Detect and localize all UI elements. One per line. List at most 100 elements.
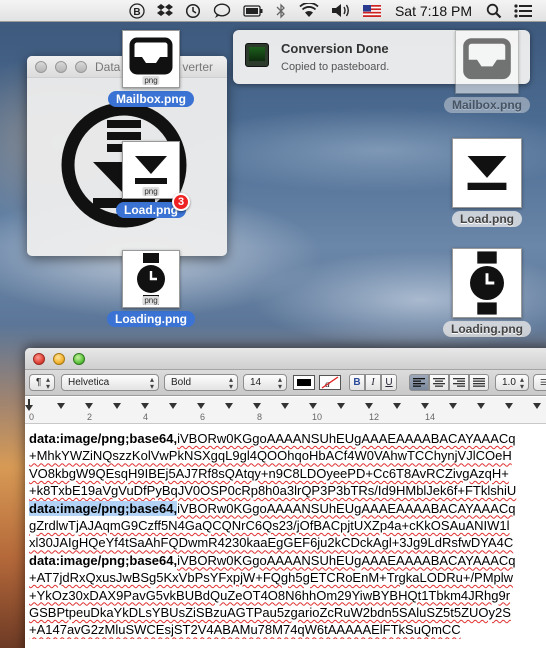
dropbox-icon[interactable] <box>151 0 179 22</box>
tab-stop[interactable] <box>85 403 93 409</box>
file-label: Load.png <box>452 211 522 227</box>
left-indent-marker[interactable] <box>25 405 33 411</box>
file-extension: png <box>142 296 160 305</box>
loading-watch-icon <box>452 248 522 318</box>
ruler-number: 4 <box>143 412 149 422</box>
desktop-file-load[interactable]: Load.png <box>437 138 537 228</box>
wifi-icon[interactable] <box>293 0 325 22</box>
textedit-window[interactable]: ¶▴▾ Helvetica▴▾ Bold▴▾ 14▴▾ a B I U <box>25 348 546 648</box>
line-spacing-popup[interactable]: 1.0 ▴ ▾ <box>495 374 529 391</box>
text-line: VO8kbgW9QEsqH9IBEj5AJ7Rf8sQAtqy+n9C8LDOy… <box>29 465 546 482</box>
format-toolbar: ¶▴▾ Helvetica▴▾ Bold▴▾ 14▴▾ a B I U <box>25 370 546 396</box>
ruler-number: 6 <box>200 412 206 422</box>
tab-stop[interactable] <box>533 403 541 409</box>
ruler[interactable]: 0 2 4 6 8 10 12 14 <box>25 397 546 424</box>
align-right-button[interactable] <box>449 374 469 391</box>
text-line: GSBPtpeuDkaYkDLsYBUsZiSBzuAGTPau5zgarioZ… <box>29 604 546 621</box>
data-uri-prefix: data:image/png;base64, <box>29 552 178 568</box>
underline-button[interactable]: U <box>381 374 397 391</box>
tab-stop[interactable] <box>449 403 457 409</box>
text-color-well[interactable] <box>293 375 315 390</box>
desktop-file-loading[interactable]: Loading.png <box>437 248 537 338</box>
text-line: +MhkYWZiNQszzKolVwPkNSXgqL9gl4QOOhqoHbAC… <box>29 447 546 464</box>
font-size-combo[interactable]: 14 ▴ ▾ <box>243 374 287 391</box>
tab-stop[interactable] <box>337 403 345 409</box>
desktop-file-mailbox[interactable]: Mailbox.png <box>437 30 537 114</box>
ruler-number: 14 <box>425 412 436 422</box>
base64-text: xl30JAIgHQeYf4tSaAhFQDwmR4230kaaEgGEF6ju… <box>29 535 514 551</box>
tab-stop[interactable] <box>421 403 429 409</box>
file-label: Loading.png <box>443 321 531 337</box>
tab-stop[interactable] <box>225 403 233 409</box>
close-button[interactable] <box>35 61 47 73</box>
bluetooth-icon[interactable] <box>269 0 293 22</box>
tab-stop[interactable] <box>169 403 177 409</box>
notification-title: Conversion Done <box>281 41 389 56</box>
ruler-number: 8 <box>257 412 263 422</box>
ruler-number: 12 <box>369 412 380 422</box>
bluetooth-b-icon[interactable]: B <box>123 0 151 22</box>
tab-stop[interactable] <box>57 403 65 409</box>
drag-count-badge: 3 <box>172 193 190 211</box>
tab-stop[interactable] <box>393 403 401 409</box>
tab-stop[interactable] <box>505 403 513 409</box>
font-style-popup[interactable]: Bold ▴ ▾ <box>164 374 238 391</box>
file-extension: png <box>142 187 160 196</box>
tab-stop[interactable] <box>365 403 373 409</box>
minimize-button[interactable] <box>53 353 65 365</box>
terminal-app-icon <box>245 43 269 67</box>
volume-icon[interactable] <box>325 0 357 22</box>
base64-text: +YkOz30xDAX9PavG5vkBUBdQuZeOT4O8N6hhOm29… <box>29 587 511 603</box>
text-line: +AT7jdRxQxusJwBSg5KxVbPsYFxpjW+FQgh5gETC… <box>29 569 546 586</box>
text-line: gZrdlwTjAJAqmG9Czff5N4GaQCQNrC6Qs23/jOfB… <box>29 517 546 534</box>
us-flag-icon[interactable] <box>357 0 387 22</box>
dragged-file-mailbox[interactable]: png Mailbox.png <box>101 30 201 108</box>
highlight-color-well[interactable]: a <box>319 375 341 390</box>
ruler-number: 2 <box>87 412 93 422</box>
battery-icon[interactable] <box>237 0 269 22</box>
document-text-area[interactable]: data:image/png;base64,iVBORw0KGgoAAAANSU… <box>29 430 546 639</box>
tab-stop[interactable] <box>197 403 205 409</box>
time-machine-icon[interactable] <box>179 0 207 22</box>
zoom-button[interactable] <box>75 61 87 73</box>
notification-center-icon[interactable] <box>508 0 538 22</box>
text-line: xl30JAIgHQeYf4tSaAhFQDwmR4230kaaEgGEF6ju… <box>29 534 546 551</box>
menu-clock[interactable]: Sat 7:18 PM <box>387 3 480 19</box>
load-icon: png <box>122 141 180 199</box>
text-line: data:image/png;base64,iVBORw0KGgoAAAANSU… <box>29 430 546 447</box>
text-line: data:image/png;base64,iVBORw0KGgoAAAANSU… <box>29 500 546 517</box>
spotlight-icon[interactable] <box>480 0 508 22</box>
textedit-titlebar[interactable] <box>25 348 546 370</box>
bold-button[interactable]: B <box>349 374 365 391</box>
tab-stop[interactable] <box>113 403 121 409</box>
messages-icon[interactable] <box>207 0 237 22</box>
base64-text: iVBORw0KGgoAAAANSUhEUgAAAEAAAABACAYAAACq <box>177 552 516 568</box>
align-center-button[interactable] <box>429 374 449 391</box>
list-style-popup[interactable]: ☰ <box>533 374 546 391</box>
tab-stop[interactable] <box>253 403 261 409</box>
zoom-button[interactable] <box>73 353 85 365</box>
dragged-file-load[interactable]: png Load.png 3 <box>101 141 201 219</box>
text-line: +YkOz30xDAX9PavG5vkBUBdQuZeOT4O8N6hhOm29… <box>29 587 546 604</box>
font-family-popup[interactable]: Helvetica ▴ ▾ <box>61 374 159 391</box>
italic-button[interactable]: I <box>365 374 381 391</box>
tab-stop[interactable] <box>141 403 149 409</box>
minimize-button[interactable] <box>55 61 67 73</box>
svg-text:B: B <box>133 7 140 18</box>
mailbox-icon: png <box>122 30 180 88</box>
loading-watch-icon: png <box>122 250 180 308</box>
text-line: +k8TxbE19aVgVuDfPyBqJV0OSP0cRp8h0a3lrQP3… <box>29 482 546 499</box>
justify-button[interactable] <box>469 374 489 391</box>
tab-stop[interactable] <box>281 403 289 409</box>
menu-bar: B Sat 7:18 PM <box>0 0 546 22</box>
base64-text: iVBORw0KGgoAAAANSUhEUgAAAEAAAABACAYAAACq <box>177 500 516 516</box>
tab-stop[interactable] <box>477 403 485 409</box>
align-left-button[interactable] <box>409 374 429 391</box>
load-icon <box>452 138 522 208</box>
dragged-file-loading[interactable]: png Loading.png <box>101 250 201 328</box>
tab-stop[interactable] <box>309 403 317 409</box>
base64-text: GSBPtpeuDkaYkDLsYBUsZiSBzuAGTPau5zgarioZ… <box>29 604 511 620</box>
close-button[interactable] <box>33 353 45 365</box>
paragraph-style-popup[interactable]: ¶ ▴ ▾ <box>29 374 55 391</box>
file-label: Mailbox.png <box>444 97 530 113</box>
